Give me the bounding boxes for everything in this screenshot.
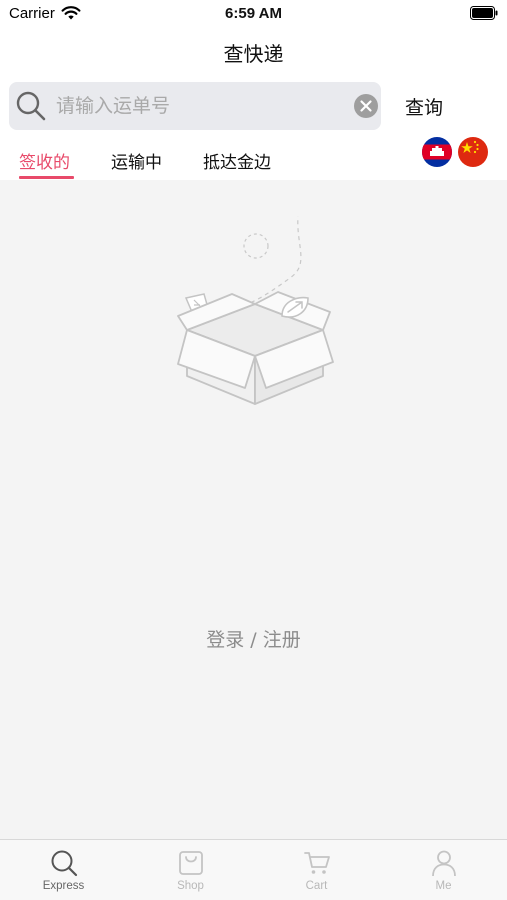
tab-signed[interactable]: 签收的	[19, 148, 70, 173]
tab-in-transit[interactable]: 运输中	[111, 148, 162, 173]
tabbar-label: Cart	[305, 880, 328, 892]
bag-icon	[178, 851, 203, 875]
tabbar-label: Shop	[177, 880, 204, 892]
empty-state: 登录 / 注册	[0, 180, 507, 840]
search-icon	[16, 91, 46, 121]
person-icon	[431, 850, 456, 877]
page-title: 查快递	[223, 42, 284, 66]
login-register-link[interactable]: 登录 / 注册	[0, 625, 507, 652]
clear-icon[interactable]	[353, 93, 379, 119]
status-bar: Carrier 6:59 AM	[0, 0, 507, 28]
active-tab-indicator	[19, 176, 74, 179]
tabbar-item-shop[interactable]: Shop	[127, 840, 254, 900]
cart-icon	[303, 852, 330, 874]
search-bar	[9, 82, 381, 130]
search-icon	[51, 850, 77, 877]
empty-box-icon	[177, 216, 334, 405]
china-flag-icon[interactable]	[458, 137, 488, 167]
clock: 6:59 AM	[225, 5, 282, 22]
battery-icon	[470, 6, 498, 20]
tabbar-item-express[interactable]: Express	[0, 840, 127, 900]
cambodia-flag-icon[interactable]	[422, 137, 452, 167]
query-button[interactable]: 查询	[393, 88, 455, 124]
tab-arrived-phnom-penh[interactable]: 抵达金边	[203, 148, 271, 173]
tabbar-label: Express	[42, 880, 85, 892]
tabbar-item-me[interactable]: Me	[380, 840, 507, 900]
tabbar-item-cart[interactable]: Cart	[253, 840, 380, 900]
bottom-tab-bar: Express Shop Cart Me	[0, 839, 507, 900]
tabbar-label: Me	[435, 880, 452, 892]
tracking-number-input[interactable]	[56, 82, 346, 130]
